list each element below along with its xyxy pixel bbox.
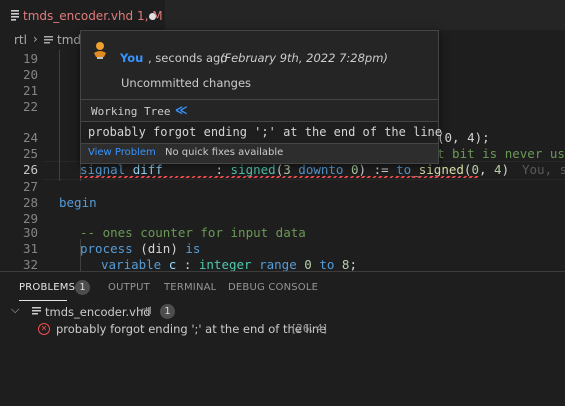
problem-file-name: tmds_encoder.vhd [45, 305, 151, 319]
chevron-right-icon: › [33, 32, 38, 46]
vhdl-file-icon [44, 36, 53, 44]
unsaved-dot-icon[interactable] [149, 13, 156, 20]
line-number: 26 [22, 162, 38, 177]
working-tree-label: Working Tree [91, 105, 171, 118]
compare-icon[interactable]: ≪ [175, 103, 193, 117]
code-line-30: -- ones counter for input data [80, 225, 306, 240]
tab-terminal[interactable]: TERMINAL [164, 282, 216, 293]
vhdl-file-icon [11, 10, 19, 21]
problem-item[interactable]: ✕ probably forgot ending ';' at the end … [0, 320, 565, 337]
bottom-panel: PROBLEMS 1 OUTPUT TERMINAL DEBUG CONSOLE… [0, 271, 565, 406]
line-number: 32 [22, 257, 38, 272]
vhdl-file-icon [32, 307, 41, 315]
code-line-31: process (din) is [80, 241, 201, 256]
commit-when: , seconds ago [148, 51, 228, 65]
code-line-28: begin [59, 195, 97, 210]
code-line-32: variable c : integer range 0 to 8; [101, 257, 357, 272]
problem-location: [26, 4] [292, 323, 327, 335]
problem-message: probably forgot ending ';' at the end of… [81, 121, 442, 144]
line-number: 21 [22, 83, 38, 98]
problem-text: probably forgot ending ';' at the end of… [56, 322, 327, 336]
error-squiggle [80, 176, 480, 178]
tab-problems[interactable]: PROBLEMS [19, 282, 75, 293]
hover-actions: View Problem No quick fixes available [81, 143, 438, 163]
view-problem-link[interactable]: View Problem [88, 147, 156, 158]
problem-file-path: rtl [141, 306, 152, 317]
line-number: 22 [22, 99, 38, 114]
line-number: 24 [22, 130, 38, 145]
avatar-icon [94, 42, 106, 59]
error-icon: ✕ [38, 323, 50, 335]
line-number: 25 [22, 146, 38, 161]
tab-tmds-encoder[interactable]: tmds_encoder.vhd 1, M [0, 0, 165, 31]
code-line-26: signal diff : signed(3 downto 0) := to_s… [80, 162, 510, 177]
tab-output[interactable]: OUTPUT [108, 282, 150, 293]
breadcrumb-folder[interactable]: rtl [14, 33, 27, 47]
line-number: 29 [22, 211, 38, 226]
chevron-down-icon[interactable]: ⌵ [11, 303, 19, 317]
line-number: 20 [22, 67, 38, 82]
line-number: 30 [22, 225, 38, 240]
tab-label: tmds_encoder.vhd 1, M [23, 9, 163, 23]
commit-author[interactable]: You [120, 51, 143, 65]
inline-blame: You, s [522, 162, 565, 177]
code-line-24: (0, 4); [437, 130, 490, 145]
active-tab-indicator [19, 300, 67, 301]
code-line-25: t bit is never use [437, 146, 565, 161]
line-number: 28 [22, 195, 38, 210]
hover-popup: You , seconds ago (February 9th, 2022 7:… [80, 30, 442, 164]
tab-bar: tmds_encoder.vhd 1, M [0, 0, 565, 31]
line-number: 27 [22, 179, 38, 194]
indent-guide [59, 50, 60, 181]
line-number: 19 [22, 51, 38, 66]
problems-count-badge: 1 [75, 280, 90, 295]
tab-debug-console[interactable]: DEBUG CONSOLE [228, 282, 318, 293]
file-problem-count-badge: 1 [160, 304, 175, 319]
no-quick-fixes-label: No quick fixes available [165, 147, 284, 158]
commit-message: Uncommitted changes [121, 76, 252, 90]
divider [81, 99, 438, 100]
commit-date: (February 9th, 2022 7:28pm) [220, 51, 388, 65]
line-number: 31 [22, 241, 38, 256]
problem-file-row[interactable]: ⌵ tmds_encoder.vhd rtl 1 [0, 303, 565, 320]
